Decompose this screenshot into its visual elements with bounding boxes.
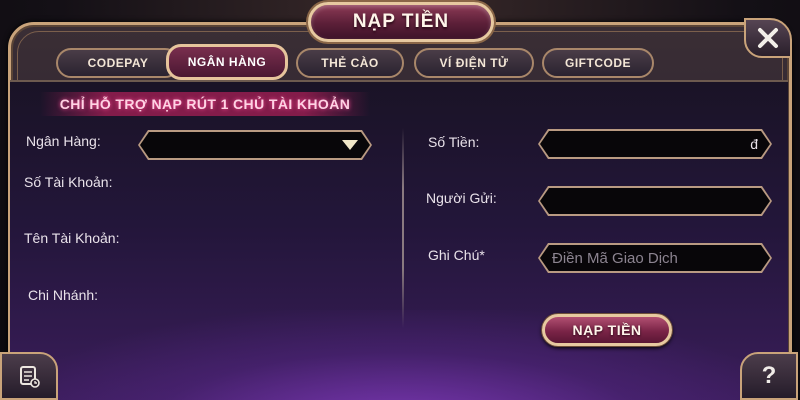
panel-glow bbox=[10, 310, 788, 400]
amount-label: Số Tiền: bbox=[428, 134, 480, 150]
tab-label: VÍ ĐIỆN TỬ bbox=[439, 56, 509, 70]
tab-giftcode[interactable]: GIFTCODE bbox=[542, 48, 654, 78]
game-stage: NẠP TIỀN CODEPAY NGÂN HÀNG THẺ CÀO VÍ ĐI… bbox=[0, 0, 800, 400]
note-input-inner: Điền Mã Giao Dịch bbox=[540, 245, 770, 271]
history-button[interactable] bbox=[0, 352, 58, 400]
notice-banner: CHỈ HỖ TRỢ NẠP RÚT 1 CHỦ TÀI KHOẢN bbox=[40, 92, 370, 116]
sender-input[interactable] bbox=[538, 186, 772, 216]
sender-input-inner bbox=[540, 188, 770, 214]
close-button[interactable] bbox=[744, 18, 792, 58]
amount-input[interactable]: đ bbox=[538, 129, 772, 159]
tab-ngan-hang[interactable]: NGÂN HÀNG bbox=[166, 44, 288, 80]
tab-the-cao[interactable]: THẺ CÀO bbox=[296, 48, 404, 78]
branch-label: Chi Nhánh: bbox=[28, 287, 99, 303]
bank-select[interactable] bbox=[138, 130, 372, 160]
currency-symbol: đ bbox=[750, 136, 758, 152]
content-panel bbox=[10, 80, 788, 400]
tab-label: NGÂN HÀNG bbox=[187, 55, 267, 69]
dialog-title: NẠP TIỀN bbox=[352, 11, 450, 32]
tab-label: GIFTCODE bbox=[565, 56, 631, 70]
submit-deposit-button[interactable]: NẠP TIỀN bbox=[542, 314, 672, 346]
bank-label: Ngân Hàng: bbox=[26, 133, 101, 149]
note-label: Ghi Chú* bbox=[428, 247, 485, 263]
note-placeholder: Điền Mã Giao Dịch bbox=[552, 249, 678, 267]
title-plaque: NẠP TIỀN bbox=[308, 2, 494, 42]
help-button[interactable]: ? bbox=[740, 352, 798, 400]
tab-label: CODEPAY bbox=[87, 56, 149, 70]
tab-label: THẺ CÀO bbox=[321, 56, 379, 70]
submit-label: NẠP TIỀN bbox=[572, 322, 642, 338]
question-icon: ? bbox=[761, 362, 777, 389]
account-name-label: Tên Tài Khoản: bbox=[24, 230, 120, 246]
tab-codepay[interactable]: CODEPAY bbox=[56, 48, 180, 78]
account-number-label: Số Tài Khoản: bbox=[24, 174, 113, 190]
notice-text: CHỈ HỖ TRỢ NẠP RÚT 1 CHỦ TÀI KHOẢN bbox=[59, 96, 351, 112]
bank-select-inner bbox=[140, 132, 370, 158]
sender-label: Người Gửi: bbox=[426, 190, 497, 206]
column-divider bbox=[402, 128, 404, 328]
amount-input-inner: đ bbox=[540, 131, 770, 157]
close-icon bbox=[758, 28, 778, 48]
triangle-down-icon bbox=[342, 140, 358, 150]
tab-vi-dien-tu[interactable]: VÍ ĐIỆN TỬ bbox=[414, 48, 534, 78]
note-input[interactable]: Điền Mã Giao Dịch bbox=[538, 243, 772, 273]
scroll-history-icon bbox=[20, 366, 40, 388]
